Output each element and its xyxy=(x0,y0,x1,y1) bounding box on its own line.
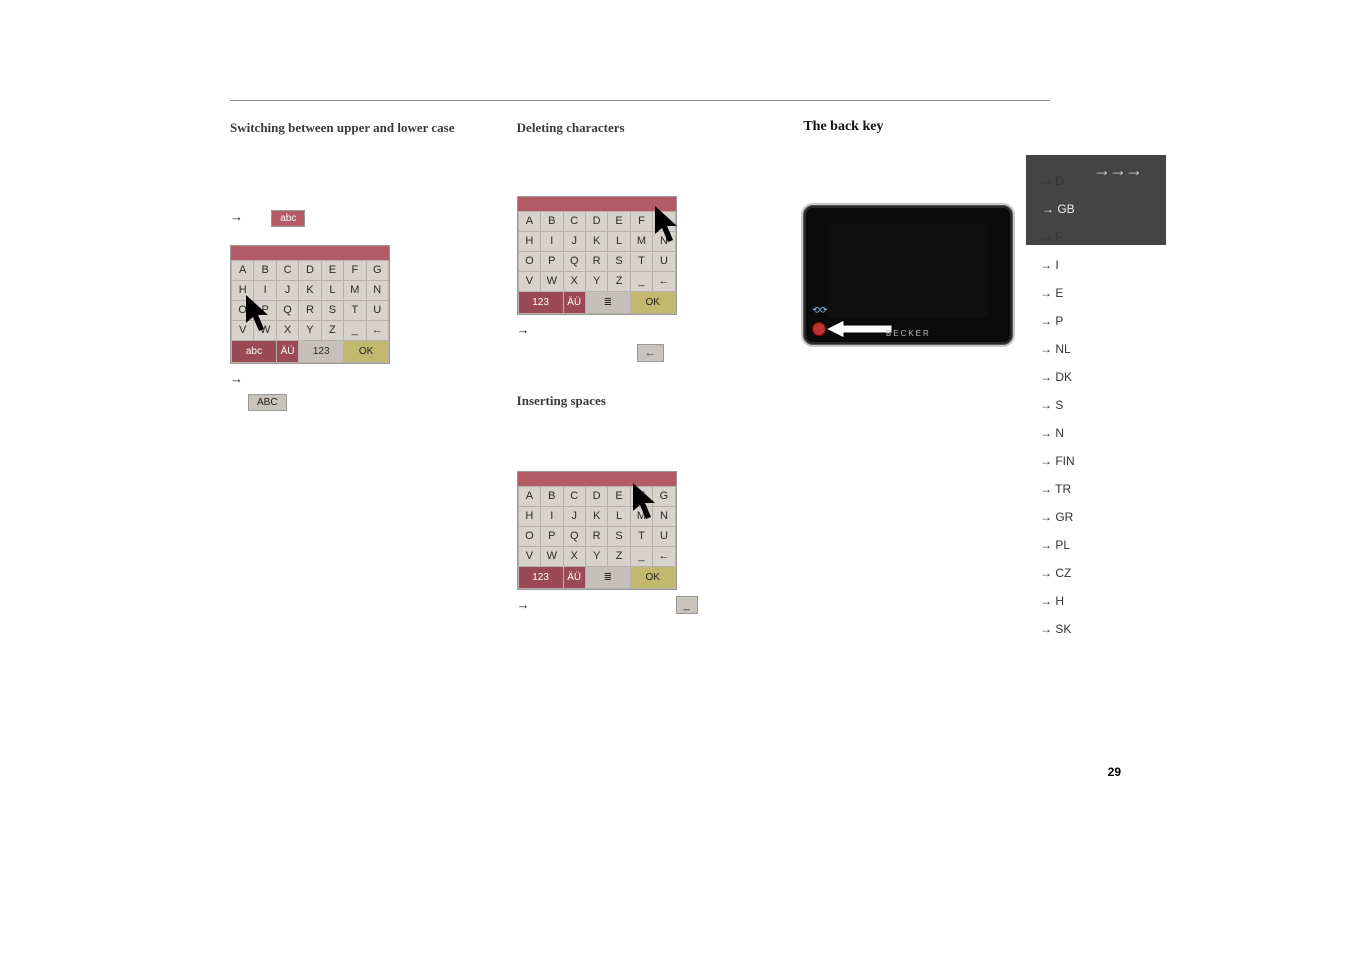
device-brand: BECKER xyxy=(886,329,931,338)
ABC-key[interactable]: ABC xyxy=(248,394,287,411)
column-case-switch: Switching between upper and lower case a… xyxy=(230,119,477,614)
page-number: 29 xyxy=(1108,765,1121,779)
heading-deleting: Deleting characters xyxy=(517,119,764,138)
nav-item-D[interactable]: D xyxy=(1036,167,1166,195)
space-key[interactable]: _ xyxy=(676,596,698,614)
nav-item-CZ[interactable]: CZ xyxy=(1036,559,1166,587)
nav-item-N[interactable]: N xyxy=(1036,419,1166,447)
nav-item-GB[interactable]: GB xyxy=(1036,195,1166,223)
nav-item-S[interactable]: S xyxy=(1036,391,1166,419)
heading-case-switch: Switching between upper and lower case xyxy=(230,119,477,138)
device-back-button[interactable] xyxy=(812,322,826,336)
nav-item-F[interactable]: F xyxy=(1036,223,1166,251)
nav-item-P[interactable]: P xyxy=(1036,307,1166,335)
arrow-bullet xyxy=(517,321,764,339)
nav-item-DK[interactable]: DK xyxy=(1036,363,1166,391)
device-photo: ⟲⟳ BECKER xyxy=(803,205,1013,345)
heading-back-key: The back key xyxy=(803,119,1050,135)
keypad-case[interactable]: ABCDEFG HIJKLMN OPQRSTU VWXYZ_← abcÄÜ123… xyxy=(230,245,477,364)
nav-item-H[interactable]: H xyxy=(1036,587,1166,615)
heading-inserting: Inserting spaces xyxy=(517,392,764,411)
keypad-delete[interactable]: ABCDEFG HIJKLMN OPQRSTU VWXYZ_← 123ÄÜ≣OK xyxy=(517,196,764,315)
nav-item-FIN[interactable]: FIN xyxy=(1036,447,1166,475)
row-press-abc: abc xyxy=(230,208,477,227)
arrow-bullet xyxy=(230,370,477,388)
keypad-space[interactable]: ABCDEFG HIJKLMN OPQRSTU VWXYZ_← 123ÄÜ≣OK xyxy=(517,471,764,590)
abc-key[interactable]: abc xyxy=(271,210,305,227)
nav-item-PL[interactable]: PL xyxy=(1036,531,1166,559)
arrow-bullet xyxy=(517,596,536,614)
arrow-bullet xyxy=(230,208,249,225)
nav-item-I[interactable]: I xyxy=(1036,251,1166,279)
column-back-key: The back key ⟲⟳ BECKER xyxy=(803,119,1050,614)
country-nav: DGBFIEPNLDKSNFINTRGRPLCZHSK xyxy=(1036,102,1166,643)
nav-item-TR[interactable]: TR xyxy=(1036,475,1166,503)
nav-item-NL[interactable]: NL xyxy=(1036,335,1166,363)
nav-item-E[interactable]: E xyxy=(1036,279,1166,307)
nav-item-SK[interactable]: SK xyxy=(1036,615,1166,643)
column-delete-insert: Deleting characters ABCDEFG HIJKLMN OPQR… xyxy=(517,119,764,614)
header-rule xyxy=(230,100,1050,101)
backspace-key[interactable]: ← xyxy=(637,344,664,362)
nav-item-GR[interactable]: GR xyxy=(1036,503,1166,531)
